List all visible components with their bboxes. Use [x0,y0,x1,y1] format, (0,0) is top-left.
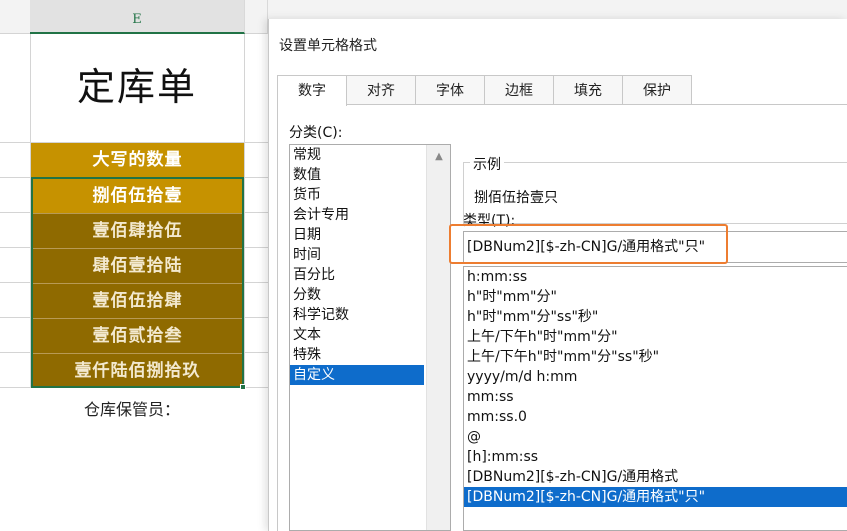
type-item[interactable]: 上午/下午h"时"mm"分"ss"秒" [464,347,847,367]
quantity-cell[interactable]: 壹佰肆拾伍 [33,214,242,249]
type-item[interactable]: @ [464,427,847,447]
quantity-header-cell[interactable]: 大写的数量 [31,143,244,177]
tab-fill[interactable]: 填充 [553,75,623,105]
sample-value: 捌佰伍拾壹只 [474,190,558,206]
type-item[interactable]: [DBNum2][$-zh-CN]G/通用格式 [464,467,847,487]
type-item-selected[interactable]: [DBNum2][$-zh-CN]G/通用格式"只" [464,487,847,507]
type-input-highlight [449,224,728,264]
selected-range[interactable]: 捌佰伍拾壹 壹佰肆拾伍 肆佰壹拾陆 壹佰伍拾肆 壹佰贰拾叁 壹仟陆佰捌拾玖 [31,177,244,388]
fill-handle[interactable] [240,384,246,390]
dialog-title: 设置单元格格式 [279,38,377,54]
quantity-cell[interactable]: 壹佰贰拾叁 [33,319,242,354]
tab-border[interactable]: 边框 [484,75,554,105]
type-item[interactable]: h"时"mm"分"ss"秒" [464,307,847,327]
category-item-custom[interactable]: 自定义 [290,365,424,385]
type-item[interactable]: mm:ss [464,387,847,407]
quantity-cell[interactable]: 壹佰伍拾肆 [33,284,242,319]
dialog-tabs: 数字 对齐 字体 边框 填充 保护 [277,75,692,106]
category-scrollbar[interactable]: ▲ [426,145,450,530]
warehouse-keeper-label: 仓库保管员： [84,400,181,419]
tab-font[interactable]: 字体 [415,75,485,105]
quantity-cell[interactable]: 壹仟陆佰捌拾玖 [33,354,242,386]
column-header-e[interactable]: E [30,0,245,34]
type-item[interactable]: mm:ss.0 [464,407,847,427]
sample-label: 示例 [470,154,504,174]
format-cells-dialog: 设置单元格格式 数字 对齐 字体 边框 填充 保护 分类(C): 常规 数值 货… [268,19,847,531]
type-item[interactable]: h"时"mm"分" [464,287,847,307]
grid-line [244,34,245,388]
type-list[interactable]: h:mm:ss h"时"mm"分" h"时"mm"分"ss"秒" 上午/下午h"… [463,266,847,531]
category-list[interactable]: 常规 数值 货币 会计专用 日期 时间 百分比 分数 科学记数 文本 特殊 自定… [289,144,451,531]
sheet-title: 定库单 [76,65,197,109]
type-item[interactable]: [h]:mm:ss [464,447,847,467]
tab-protection[interactable]: 保护 [622,75,692,105]
tab-alignment[interactable]: 对齐 [346,75,416,105]
quantity-cell[interactable]: 捌佰伍拾壹 [33,179,242,214]
type-item[interactable]: h:mm:ss [464,267,847,287]
type-item[interactable]: yyyy/m/d h:mm [464,367,847,387]
scroll-up-arrow-icon[interactable]: ▲ [433,151,445,162]
tab-number[interactable]: 数字 [277,75,347,106]
column-header-f[interactable] [245,0,268,34]
sample-group: 示例 捌佰伍拾壹只 [463,154,847,224]
quantity-cell[interactable]: 肆佰壹拾陆 [33,249,242,284]
category-label: 分类(C): [289,125,343,141]
type-item[interactable]: 上午/下午h"时"mm"分" [464,327,847,347]
